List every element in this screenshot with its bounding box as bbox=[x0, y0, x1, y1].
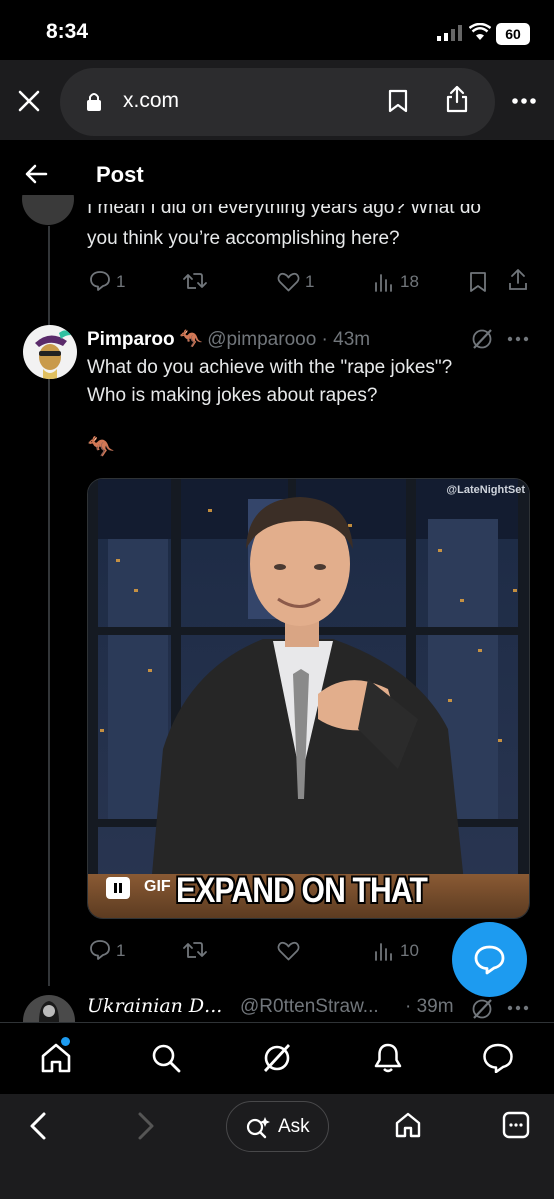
previous-avatar[interactable] bbox=[22, 195, 74, 225]
notifications-bell-icon[interactable] bbox=[373, 1042, 403, 1074]
gif-watermark: @LateNightSet bbox=[446, 484, 525, 496]
next-more-icon[interactable] bbox=[507, 1005, 529, 1011]
browser-home-icon[interactable] bbox=[394, 1111, 422, 1139]
notification-dot bbox=[61, 1037, 70, 1046]
display-name[interactable]: Pimparoo bbox=[87, 329, 175, 350]
handle-and-time[interactable]: @pimparooo · 43m bbox=[207, 329, 370, 350]
gif-caption: EXPAND ON THAT bbox=[176, 871, 428, 910]
next-time: · 39m bbox=[405, 996, 454, 1017]
tweet-author[interactable]: Pimparoo 🦘 @pimparooo · 43m bbox=[87, 327, 370, 351]
browser-back-icon[interactable] bbox=[28, 1111, 48, 1141]
tweet-text-line1: What do you achieve with the "rape jokes… bbox=[87, 357, 453, 378]
tweet-text-line2: Who is making jokes about rapes? bbox=[87, 385, 378, 406]
like-icon[interactable] bbox=[277, 941, 300, 961]
grok-icon[interactable] bbox=[471, 998, 493, 1020]
cellular-signal-icon bbox=[437, 25, 463, 41]
url-text[interactable]: x.com bbox=[123, 89, 179, 113]
reply-icon[interactable] bbox=[89, 270, 111, 291]
like-count: 1 bbox=[305, 272, 315, 291]
gif-media[interactable]: @LateNightSet GIF EXPAND ON THAT bbox=[87, 478, 530, 919]
repost-icon[interactable] bbox=[182, 940, 208, 960]
kangaroo-emoji-line: 🦘 bbox=[87, 434, 115, 459]
chat-bubble-icon bbox=[474, 945, 505, 975]
tweet-more-icon[interactable] bbox=[507, 336, 529, 342]
new-reply-button[interactable] bbox=[452, 922, 527, 997]
wifi-icon bbox=[469, 23, 491, 41]
home-icon[interactable] bbox=[40, 1042, 72, 1074]
next-avatar[interactable] bbox=[23, 995, 75, 1022]
page-title: Post bbox=[96, 162, 144, 187]
reply-context-text-clipped: I mean I did on everything years ago? Wh… bbox=[87, 204, 547, 224]
gif-badge: GIF bbox=[144, 878, 171, 895]
views-count: 18 bbox=[400, 272, 419, 291]
next-display-name[interactable]: 𝑈𝑘𝑟𝑎𝑖𝑛𝑖𝑎𝑛 𝐷... bbox=[87, 995, 222, 1017]
close-icon[interactable] bbox=[18, 90, 40, 112]
share-icon[interactable] bbox=[446, 85, 468, 113]
share-post-icon[interactable] bbox=[508, 268, 528, 292]
bookmark-icon[interactable] bbox=[388, 89, 408, 113]
browser-forward-icon[interactable] bbox=[136, 1111, 156, 1141]
ask-button[interactable]: Ask bbox=[226, 1101, 329, 1152]
views-count: 10 bbox=[400, 941, 419, 960]
views-icon[interactable] bbox=[374, 941, 394, 961]
gif-still-image bbox=[88, 479, 529, 918]
reply-context-line1: I mean I did on everything years ago? Wh… bbox=[87, 204, 481, 218]
back-arrow-icon[interactable] bbox=[24, 163, 48, 185]
kangaroo-emoji-icon: 🦘 bbox=[179, 329, 203, 350]
pause-icon[interactable] bbox=[106, 877, 130, 899]
reply-icon[interactable] bbox=[89, 939, 111, 960]
grok-tab-icon[interactable] bbox=[262, 1043, 292, 1073]
grok-icon[interactable] bbox=[471, 328, 493, 350]
ask-label: Ask bbox=[278, 1116, 310, 1137]
tabs-icon[interactable] bbox=[502, 1111, 530, 1139]
next-handle[interactable]: @R0ttenStraw... bbox=[240, 996, 379, 1018]
reply-context-line2: you think you’re accomplishing here? bbox=[87, 228, 400, 249]
like-icon[interactable] bbox=[277, 272, 300, 292]
avatar[interactable] bbox=[23, 325, 77, 379]
messages-icon[interactable] bbox=[482, 1043, 514, 1073]
ask-search-sparkle-icon bbox=[245, 1115, 271, 1139]
lock-icon bbox=[86, 92, 102, 111]
repost-icon[interactable] bbox=[182, 271, 208, 291]
battery-indicator: 60 bbox=[496, 23, 530, 45]
bookmark-post-icon[interactable] bbox=[469, 271, 487, 293]
more-options-icon[interactable] bbox=[512, 98, 536, 104]
reply-count: 1 bbox=[116, 272, 126, 291]
status-time: 8:34 bbox=[46, 20, 89, 43]
reply-count: 1 bbox=[116, 941, 126, 960]
views-icon[interactable] bbox=[374, 272, 394, 292]
search-icon[interactable] bbox=[151, 1043, 181, 1073]
